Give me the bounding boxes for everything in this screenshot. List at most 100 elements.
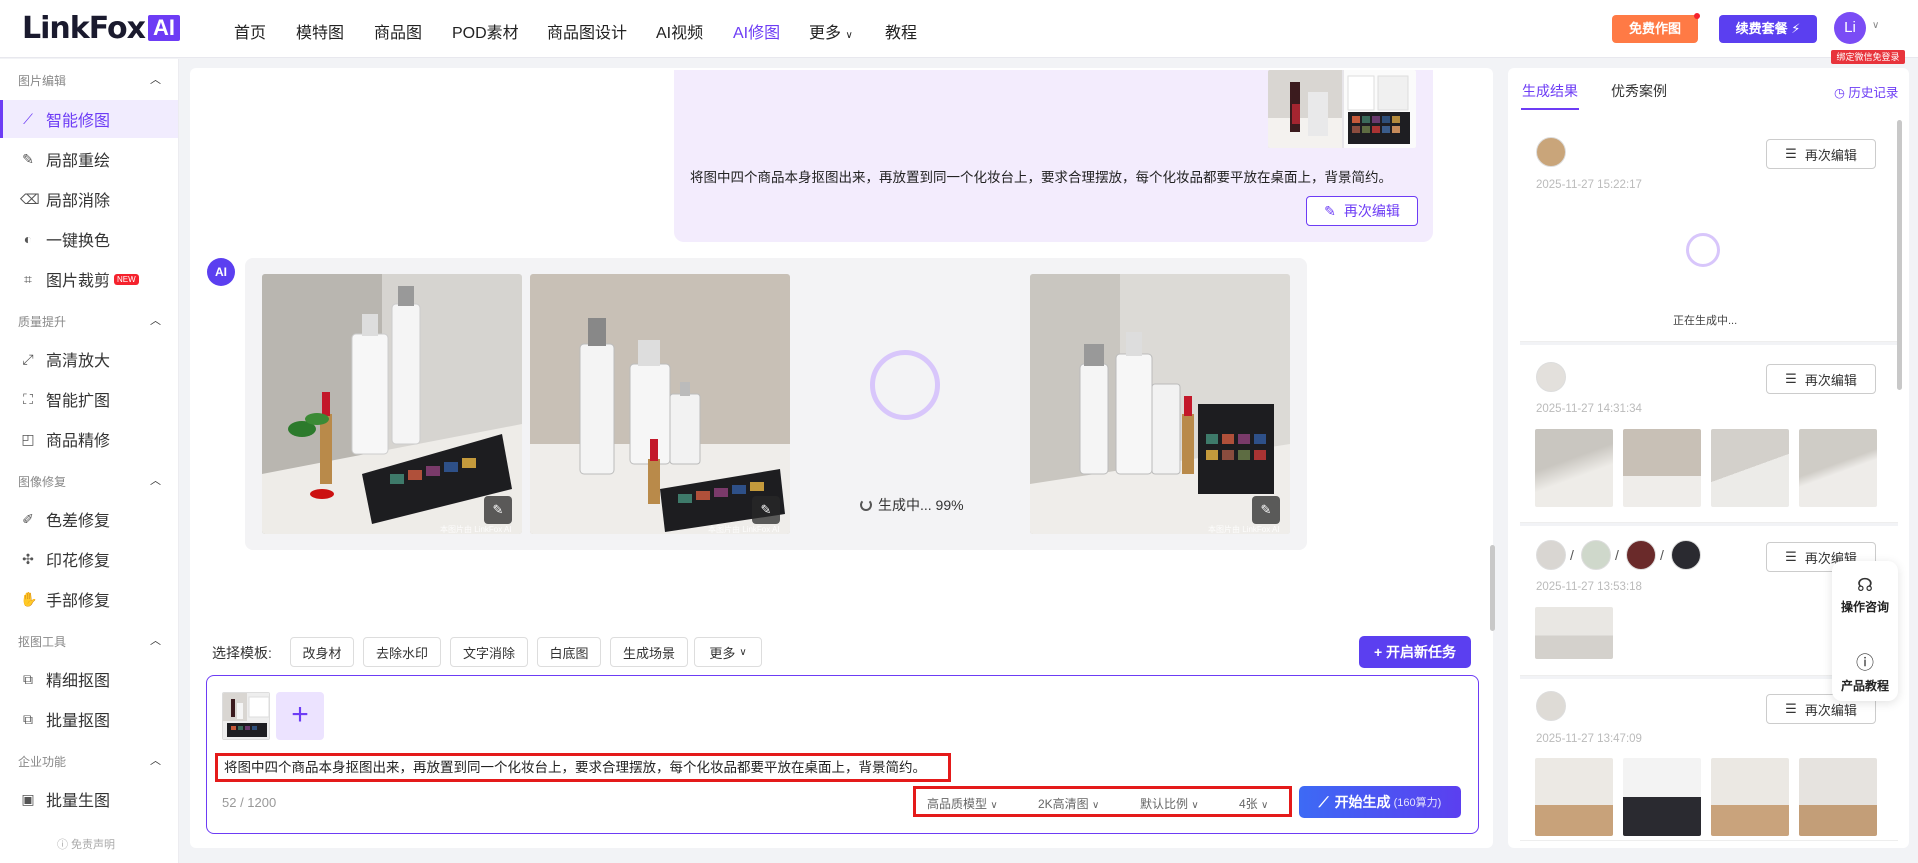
renew-plan-button[interactable]: 续费套餐 ⚡ [1719,15,1817,43]
chevron-up-icon[interactable]: ︿ [150,472,161,488]
nav-tutorial[interactable]: 教程 [885,19,917,43]
sidebar-item-fine-cutout[interactable]: ⧉ 精细抠图 [0,660,178,698]
card-thumbnail[interactable] [1626,540,1656,570]
card-loading-spinner [1686,233,1720,267]
start-generate-button[interactable]: ⟋ 开始生成 (160算力) [1299,786,1461,818]
card-thumbnail[interactable] [1671,540,1701,570]
attached-image-thumbnail[interactable] [222,692,270,740]
nav-product-photo[interactable]: 商品图 [374,19,422,43]
card-result-image[interactable] [1711,758,1789,836]
card-result-image[interactable] [1623,429,1701,507]
avatar[interactable]: Li [1834,12,1866,44]
re-edit-button[interactable]: ✎ 再次编辑 [1306,196,1418,226]
notification-dot [1694,13,1700,19]
card-result-image[interactable] [1799,758,1877,836]
sliders-icon: ☰ [1785,549,1797,564]
chevron-down-icon: ∨ [739,646,747,658]
sidebar-item-smart-retouch[interactable]: ⟋ 智能修图 [0,100,178,138]
generated-image-2[interactable]: ✎ 本图片由 LinkFox AI [530,274,790,534]
section-title-cutout: 抠图工具 [18,635,67,649]
logo[interactable]: LinkFox AI [22,11,180,46]
refine-icon: ◰ [21,431,35,447]
card-re-edit-button[interactable]: ☰ 再次编辑 [1766,364,1876,394]
generated-image-4[interactable]: ✎ 本图片由 LinkFox AI [1030,274,1290,534]
card-thumbnail[interactable] [1536,540,1566,570]
bind-wechat-badge[interactable]: 绑定微信免登录 [1831,50,1905,64]
generated-image-1[interactable]: ✎ 本图片由 LinkFox AI [262,274,522,534]
chevron-up-icon[interactable]: ︿ [150,71,161,87]
template-body-reshape[interactable]: 改身材 [290,637,354,667]
edit-image-icon[interactable]: ✎ [1252,496,1280,524]
sidebar-item-crop[interactable]: ⌗ 图片裁剪 NEW [0,260,178,298]
sidebar-item-outpaint[interactable]: ⛶ 智能扩图 [0,380,178,418]
resolution-select-value: 2K高清图 [1038,797,1089,811]
template-text-remove[interactable]: 文字消除 [450,637,528,667]
ratio-select[interactable]: 默认比例 ∨ [1140,795,1199,812]
main-scrollbar[interactable] [1490,545,1495,631]
nav-pod[interactable]: POD素材 [452,19,519,43]
chevron-up-icon[interactable]: ︿ [150,312,161,328]
template-generate-scene[interactable]: 生成场景 [610,637,688,667]
edit-image-icon[interactable]: ✎ [484,496,512,524]
sidebar-item-label: 批量抠图 [46,713,111,730]
card-thumbnail[interactable] [1536,137,1566,167]
edit-image-icon[interactable]: ✎ [752,496,780,524]
sidebar-item-recolor[interactable]: ◐ 一键换色 [0,220,178,258]
card-result-image[interactable] [1799,429,1877,507]
sliders-icon: ☰ [1785,371,1797,386]
card-re-edit-button[interactable]: ☰ 再次编辑 [1766,139,1876,169]
tab-showcase[interactable]: 优秀案例 [1611,81,1667,101]
consult-button[interactable]: ☊ 操作咨询 [1832,575,1898,615]
color-fix-icon: ✐ [22,511,34,527]
tutorial-button[interactable]: ⓘ 产品教程 [1832,649,1898,694]
card-thumbnail[interactable] [1536,691,1566,721]
disclaimer-link[interactable]: ⓘ 免责声明 [57,836,115,852]
sidebar-item-inpaint[interactable]: ✎ 局部重绘 [0,140,178,178]
image-icon: ▣ [21,791,35,807]
nav-more[interactable]: 更多 ∨ [809,19,853,43]
sidebar-item-batch-generate[interactable]: ▣ 批量生图 [0,780,178,818]
sidebar-item-label: 印花修复 [46,553,111,570]
count-select-value: 4张 [1239,797,1258,811]
nav-home[interactable]: 首页 [234,19,266,43]
count-select[interactable]: 4张 ∨ [1239,795,1268,812]
reference-image-thumbnail[interactable] [1268,70,1416,148]
card-result-image[interactable] [1711,429,1789,507]
chevron-up-icon[interactable]: ︿ [150,632,161,648]
user-prompt-text: 将图中四个商品本身抠图出来，再放置到同一个化妆台上，要求合理摆放，每个化妆品都要… [690,170,1392,185]
card-result-image[interactable] [1623,758,1701,836]
history-link[interactable]: ◷ 历史记录 [1834,82,1898,101]
avatar-chevron-icon[interactable]: ∨ [1872,20,1879,31]
card-thumbnail[interactable] [1536,362,1566,392]
model-select[interactable]: 高品质模型 ∨ [927,795,998,812]
card-thumbnail[interactable] [1581,540,1611,570]
template-more[interactable]: 更多 ∨ [694,637,762,667]
nav-model-photo[interactable]: 模特图 [296,19,344,43]
tab-results[interactable]: 生成结果 [1522,81,1578,101]
nav-ai-video[interactable]: AI视频 [656,19,703,43]
template-white-bg[interactable]: 白底图 [537,637,601,667]
nav-ai-retouch[interactable]: AI修图 [733,19,780,43]
card-result-image[interactable] [1535,758,1613,836]
sidebar-item-hand-fix[interactable]: ✋ 手部修复 [0,580,178,618]
sidebar-item-upscale[interactable]: ⤢ 高清放大 [0,340,178,378]
prompt-textarea[interactable]: 将图中四个商品本身抠图出来，再放置到同一个化妆台上，要求合理摆放，每个化妆品都要… [215,753,951,782]
sidebar-item-erase[interactable]: ⌫ 局部消除 [0,180,178,218]
card-result-image[interactable] [1535,607,1613,659]
sidebar-item-batch-cutout[interactable]: ⧉ 批量抠图 [0,700,178,738]
template-remove-watermark[interactable]: 去除水印 [363,637,441,667]
free-draw-button[interactable]: 免费作图 [1612,15,1698,43]
sidebar-item-print-fix[interactable]: ✣ 印花修复 [0,540,178,578]
card-result-image[interactable] [1535,429,1613,507]
card-re-edit-label: 再次编辑 [1804,702,1857,718]
chevron-up-icon[interactable]: ︿ [150,752,161,768]
sidebar-item-product-refine[interactable]: ◰ 商品精修 [0,420,178,458]
resolution-select[interactable]: 2K高清图 ∨ [1038,795,1099,812]
results-scrollbar[interactable] [1897,120,1902,390]
sidebar-item-label: 局部消除 [46,193,111,210]
add-image-button[interactable]: + [276,692,324,740]
new-task-button[interactable]: + 开启新任务 [1359,636,1471,668]
expand-icon: ⛶ [23,391,33,407]
nav-product-design[interactable]: 商品图设计 [547,19,627,43]
sidebar-item-color-fix[interactable]: ✐ 色差修复 [0,500,178,538]
